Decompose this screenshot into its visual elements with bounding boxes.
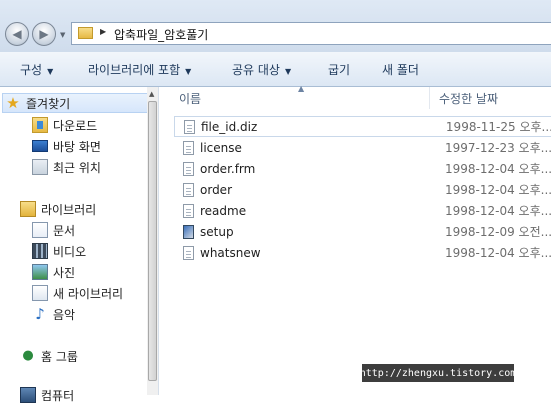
back-button[interactable]: ◀ — [5, 22, 29, 46]
share-with-button[interactable]: 공유 대상 ▼ — [232, 61, 291, 78]
star-icon: ★ — [6, 94, 20, 112]
nav-downloads-label: 다운로드 — [53, 118, 98, 133]
file-row[interactable]: setup 1998-12-09 오전... — [174, 221, 551, 242]
nav-favorites-label: 즐겨찾기 — [26, 96, 71, 111]
setup-icon — [183, 224, 194, 239]
videos-icon — [32, 243, 48, 259]
nav-videos[interactable]: 비디오 — [32, 241, 86, 261]
file-row[interactable]: license 1997-12-23 오후... — [174, 137, 551, 158]
file-row[interactable]: whatsnew 1998-12-04 오후... — [174, 242, 551, 263]
scroll-up-arrow-icon[interactable]: ▲ — [149, 90, 154, 98]
organize-button[interactable]: 구성 ▼ — [20, 61, 53, 78]
command-toolbar: 구성 ▼ 라이브러리에 포함 ▼ 공유 대상 ▼ 굽기 새 폴더 — [0, 52, 551, 87]
file-row[interactable]: file_id.diz 1998-11-25 오후... — [174, 116, 551, 137]
burn-button[interactable]: 굽기 — [328, 61, 350, 78]
include-in-library-dropdown-icon: ▼ — [185, 67, 192, 76]
file-name: setup — [200, 224, 234, 239]
file-date-modified: 1998-11-25 오후... — [445, 120, 551, 134]
column-header-date-modified[interactable]: 수정한 날짜 — [439, 87, 498, 109]
column-divider[interactable] — [429, 87, 430, 109]
file-date-modified: 1998-12-04 오후... — [445, 183, 551, 197]
nav-pictures-label: 사진 — [53, 265, 76, 280]
nav-computer[interactable]: 컴퓨터 — [20, 385, 74, 405]
text-file-icon — [183, 182, 194, 197]
sort-ascending-icon: ▲ — [298, 84, 305, 93]
text-file-icon — [183, 203, 194, 218]
file-date-modified: 1997-12-23 오후... — [445, 141, 551, 155]
file-name: readme — [200, 203, 247, 218]
history-dropdown-icon[interactable]: ▼ — [60, 31, 65, 39]
file-list: ▲ 이름 수정한 날짜 file_id.diz 1998-11-25 오후...… — [159, 84, 551, 395]
documents-icon — [32, 222, 48, 238]
share-with-dropdown-icon: ▼ — [284, 67, 292, 76]
file-date-modified: 1998-12-04 오후... — [445, 162, 551, 176]
pictures-icon — [32, 264, 48, 280]
include-in-library-button[interactable]: 라이브러리에 포함 ▼ — [88, 61, 191, 78]
new-library-icon — [32, 285, 48, 301]
include-in-library-label: 라이브러리에 포함 — [88, 63, 181, 77]
file-name: license — [200, 140, 242, 155]
file-date-modified: 1998-12-04 오후... — [445, 246, 551, 260]
music-note-icon: ♪ — [35, 305, 45, 323]
nav-homegroup-label: 홈 그룹 — [41, 349, 78, 364]
nav-computer-label: 컴퓨터 — [41, 388, 75, 403]
file-row[interactable]: order.frm 1998-12-04 오후... — [174, 158, 551, 179]
nav-libraries[interactable]: 라이브러리 — [20, 199, 96, 219]
nav-pictures[interactable]: 사진 — [32, 262, 75, 282]
nav-music-label: 음악 — [53, 307, 76, 322]
nav-recent-label: 최근 위치 — [53, 160, 101, 175]
column-header-name[interactable]: 이름 — [179, 87, 201, 109]
back-arrow-icon: ◀ — [12, 27, 22, 41]
text-file-icon — [184, 119, 195, 134]
nav-desktop[interactable]: 바탕 화면 — [32, 136, 101, 156]
nav-videos-label: 비디오 — [53, 244, 87, 259]
new-folder-label: 새 폴더 — [382, 63, 419, 77]
nav-desktop-label: 바탕 화면 — [53, 139, 101, 154]
nav-music[interactable]: ♪ 음악 — [32, 304, 75, 324]
file-date-modified: 1998-12-04 오후... — [445, 204, 551, 218]
nav-recent-places[interactable]: 최근 위치 — [32, 157, 101, 177]
file-name: whatsnew — [200, 245, 261, 260]
nav-new-library[interactable]: 새 라이브러리 — [32, 283, 123, 303]
nav-libraries-label: 라이브러리 — [41, 202, 97, 217]
nav-favorites[interactable]: ★ 즐겨찾기 — [2, 93, 148, 113]
text-file-icon — [183, 245, 194, 260]
share-with-label: 공유 대상 — [232, 63, 280, 77]
file-name: order — [200, 182, 232, 197]
file-name: file_id.diz — [201, 119, 258, 134]
file-row[interactable]: readme 1998-12-04 오후... — [174, 200, 551, 221]
folder-icon — [78, 27, 93, 39]
forward-arrow-icon: ▶ — [39, 27, 49, 41]
nav-new-library-label: 새 라이브러리 — [53, 286, 124, 301]
text-file-icon — [183, 140, 194, 155]
nav-downloads[interactable]: 다운로드 — [32, 115, 97, 135]
navigation-pane: ★ 즐겨찾기 다운로드 바탕 화면 최근 위치 라이브러리 문서 비디오 사진 … — [0, 87, 159, 403]
address-input[interactable]: ▶ 압축파일_암호풀기 — [71, 22, 551, 45]
nav-homegroup[interactable]: ● 홈 그룹 — [20, 346, 78, 366]
file-date-modified: 1998-12-09 오전... — [445, 225, 551, 239]
text-file-icon — [183, 161, 194, 176]
organize-dropdown-icon: ▼ — [47, 67, 54, 76]
downloads-folder-icon — [32, 117, 48, 133]
library-icon — [20, 201, 36, 217]
watermark: http://zhengxu.tistory.com — [360, 364, 516, 382]
file-name: order.frm — [200, 161, 256, 176]
nav-documents-label: 문서 — [53, 223, 76, 238]
new-folder-button[interactable]: 새 폴더 — [382, 61, 419, 78]
forward-button[interactable]: ▶ — [32, 22, 56, 46]
file-row[interactable]: order 1998-12-04 오후... — [174, 179, 551, 200]
nav-scrollbar-thumb[interactable] — [148, 101, 157, 381]
breadcrumb-chevron-icon[interactable]: ▶ — [100, 27, 106, 36]
address-bar-area: ◀ ▶ ▼ ▶ 압축파일_암호풀기 — [0, 0, 551, 52]
burn-label: 굽기 — [328, 63, 351, 77]
desktop-icon — [32, 140, 48, 152]
homegroup-icon: ● — [22, 348, 34, 363]
nav-documents[interactable]: 문서 — [32, 220, 75, 240]
organize-label: 구성 — [20, 63, 43, 77]
breadcrumb-current-folder[interactable]: 압축파일_암호풀기 — [114, 26, 208, 43]
nav-scrollbar[interactable]: ▲ — [147, 87, 158, 395]
computer-icon — [20, 387, 36, 403]
recent-places-icon — [32, 159, 48, 175]
